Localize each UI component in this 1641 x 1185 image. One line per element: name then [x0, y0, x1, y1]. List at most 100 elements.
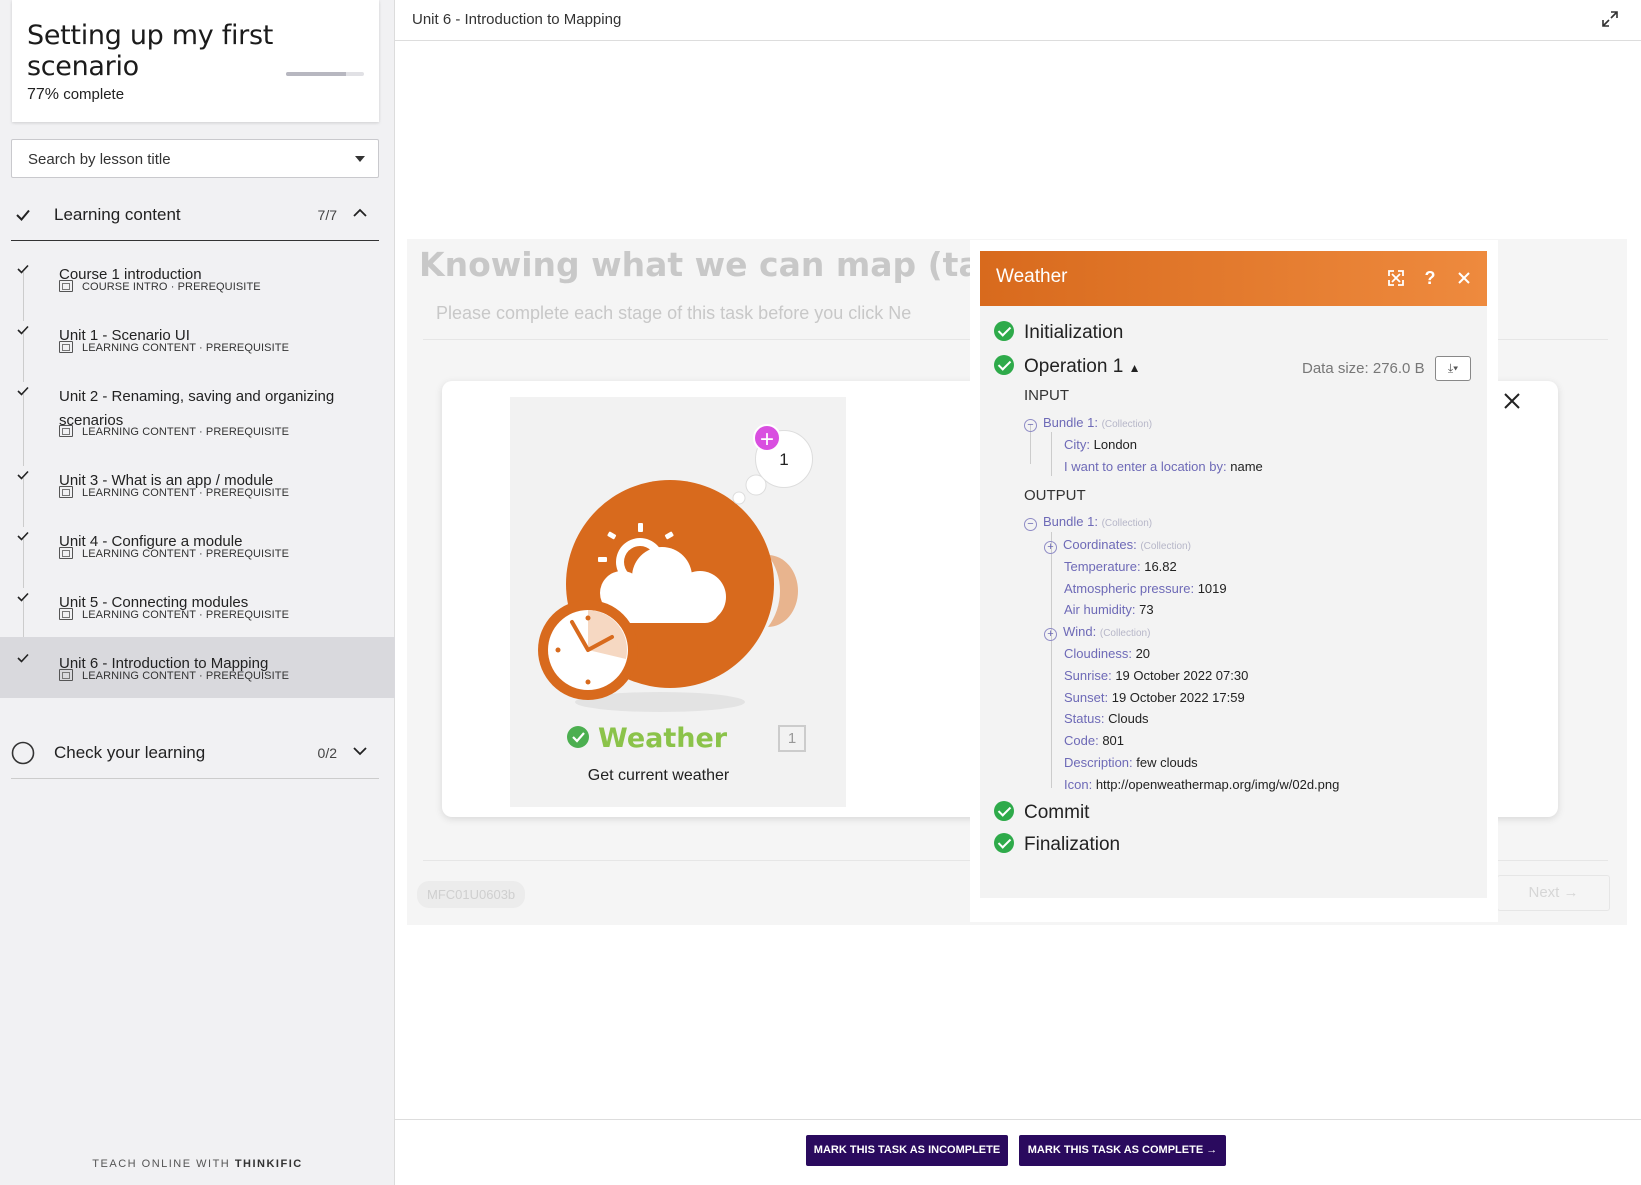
output-field: Air humidity: 73: [1064, 602, 1154, 617]
stage-operation-1[interactable]: Operation 1 ▲: [994, 355, 1140, 378]
field-key: Coordinates:: [1063, 537, 1137, 552]
bundle-label: Bundle 1:: [1043, 514, 1098, 529]
lesson-meta: LEARNING CONTENT · PREREQUISITE: [59, 547, 289, 560]
output-field[interactable]: + Coordinates: (Collection): [1044, 537, 1191, 554]
field-value: 16.82: [1144, 558, 1177, 574]
download-dropdown-button[interactable]: ⤓▾: [1435, 356, 1471, 381]
input-label: INPUT: [1024, 387, 1069, 404]
section-check-your-learning[interactable]: Check your learning 0/2: [11, 727, 379, 779]
lesson-meta: LEARNING CONTENT · PREREQUISITE: [59, 486, 289, 499]
progress-bar-fill: [286, 72, 347, 76]
lesson-meta-text: LEARNING CONTENT · PREREQUISITE: [82, 487, 290, 499]
input-bundle[interactable]: − Bundle 1: (Collection): [1024, 415, 1152, 432]
lesson-check-icon: [17, 470, 29, 480]
lesson-item[interactable]: Unit 1 - Scenario UI LEARNING CONTENT · P…: [0, 309, 395, 382]
lesson-meta-text: LEARNING CONTENT · PREREQUISITE: [82, 548, 290, 560]
lesson-type-icon: [59, 669, 73, 681]
lesson-meta: LEARNING CONTENT · PREREQUISITE: [59, 341, 289, 354]
lesson-meta-text: LEARNING CONTENT · PREREQUISITE: [82, 670, 290, 682]
field-key: Wind:: [1063, 624, 1097, 640]
section-learning-content[interactable]: Learning content 7/7: [11, 189, 379, 241]
mark-complete-button[interactable]: MARK THIS TASK AS COMPLETE →: [1019, 1135, 1226, 1166]
field-value: 1019: [1197, 580, 1227, 596]
output-field[interactable]: + Wind: (Collection): [1044, 624, 1151, 642]
expand-icon[interactable]: [1601, 10, 1619, 28]
field-value: few clouds: [1136, 755, 1198, 770]
stage-initialization[interactable]: Initialization: [994, 321, 1123, 344]
field-key: Atmospheric pressure:: [1064, 580, 1195, 596]
field-value: http://openweathermap.org/img/w/02d.png: [1095, 776, 1340, 792]
expand-icon[interactable]: +: [1044, 541, 1057, 554]
collection-tag: (Collection): [1099, 628, 1151, 640]
task-subtitle: Please complete each stage of this task …: [436, 303, 912, 323]
fullscreen-icon[interactable]: [1386, 268, 1406, 288]
progress-text: 77% complete: [27, 86, 124, 104]
collection-tag: (Collection): [1101, 419, 1153, 430]
help-icon[interactable]: ?: [1420, 268, 1440, 288]
footer-brand: THINKIFIC: [234, 1158, 303, 1170]
module-preview: 1 + Weather 1 Get current weather: [510, 397, 846, 807]
expand-icon[interactable]: +: [1044, 628, 1057, 642]
add-module-button[interactable]: +: [753, 424, 781, 453]
next-button[interactable]: Next →: [1497, 875, 1610, 911]
lesson-check-icon: [17, 325, 29, 335]
collapse-icon[interactable]: −: [1024, 518, 1037, 531]
section-title: Learning content: [54, 205, 181, 224]
field-key: Cloudiness:: [1064, 646, 1132, 661]
lesson-type-icon: [59, 486, 73, 498]
field-value: 20: [1135, 646, 1151, 661]
caret-up-icon[interactable]: ▲: [1129, 361, 1141, 375]
lesson-search-placeholder: Search by lesson title: [28, 151, 171, 168]
mark-incomplete-button[interactable]: MARK THIS TASK AS INCOMPLETE: [806, 1135, 1008, 1166]
field-key: Sunrise:: [1064, 667, 1112, 683]
thinkific-footer[interactable]: TEACH ONLINE WITH THINKIFIC: [0, 1158, 395, 1170]
empty-circle-icon: [11, 741, 35, 765]
stage-commit[interactable]: Commit: [994, 801, 1089, 824]
task-action-bar: MARK THIS TASK AS INCOMPLETE MARK THIS T…: [395, 1119, 1641, 1185]
chevron-up-icon[interactable]: [352, 205, 368, 221]
chevron-down-icon[interactable]: [352, 743, 368, 759]
download-icon: ⤓▾: [1447, 361, 1459, 375]
collection-tag: (Collection): [1140, 541, 1191, 552]
field-key: Status:: [1064, 711, 1105, 727]
field-key: Temperature:: [1064, 558, 1141, 574]
collapse-icon[interactable]: −: [1024, 419, 1037, 432]
lesson-item[interactable]: Unit 4 - Configure a module LEARNING CONT…: [0, 515, 395, 588]
tree-line: [1051, 532, 1052, 788]
panel-body: Initialization Operation 1 ▲ Data size: …: [980, 306, 1487, 898]
success-check-icon: [994, 355, 1014, 375]
output-field: Code: 801: [1064, 733, 1124, 748]
lesson-check-icon: [17, 386, 29, 396]
lesson-item[interactable]: Unit 6 - Introduction to Mapping LEARNING…: [0, 637, 395, 698]
lesson-check-icon: [17, 264, 29, 274]
lesson-search-dropdown[interactable]: Search by lesson title: [11, 139, 379, 178]
lesson-item[interactable]: Course 1 introduction COURSE INTRO · PRER…: [0, 248, 395, 321]
output-field: Icon: http://openweathermap.org/img/w/02…: [1064, 777, 1339, 792]
lesson-item[interactable]: Unit 3 - What is an app / module LEARNING…: [0, 454, 395, 527]
panel-header: Weather ?: [980, 251, 1487, 306]
lesson-check-icon: [17, 592, 29, 602]
data-size: Data size: 276.0 B: [1302, 360, 1425, 377]
caret-down-icon: [355, 156, 365, 162]
lesson-type-icon: [59, 425, 73, 437]
progress-suffix: complete: [59, 86, 125, 103]
lesson-meta: LEARNING CONTENT · PREREQUISITE: [59, 608, 289, 621]
collection-tag: (Collection): [1101, 518, 1153, 529]
module-description: Get current weather: [587, 767, 730, 784]
lesson-item[interactable]: Unit 2 - Renaming, saving and organizing…: [0, 370, 395, 466]
output-bundle[interactable]: − Bundle 1: (Collection): [1024, 514, 1152, 531]
close-icon[interactable]: [1502, 391, 1522, 411]
task-code-badge: MFC01U0603b: [417, 881, 526, 908]
close-icon[interactable]: [1454, 268, 1474, 288]
stage-finalization[interactable]: Finalization: [994, 833, 1120, 856]
progress-percent: 77%: [27, 86, 60, 103]
lesson-type-icon: [59, 608, 73, 620]
output-field: Status: Clouds: [1064, 711, 1149, 726]
field-value: 19 October 2022 07:30: [1115, 667, 1249, 683]
lesson-meta-text: LEARNING CONTENT · PREREQUISITE: [82, 342, 290, 354]
lesson-item[interactable]: Unit 5 - Connecting modules LEARNING CONT…: [0, 576, 395, 649]
footer-prefix: TEACH ONLINE WITH: [92, 1158, 235, 1170]
stage-label: Commit: [1024, 802, 1090, 823]
check-icon: [16, 209, 30, 221]
progress-bar: [286, 72, 364, 76]
